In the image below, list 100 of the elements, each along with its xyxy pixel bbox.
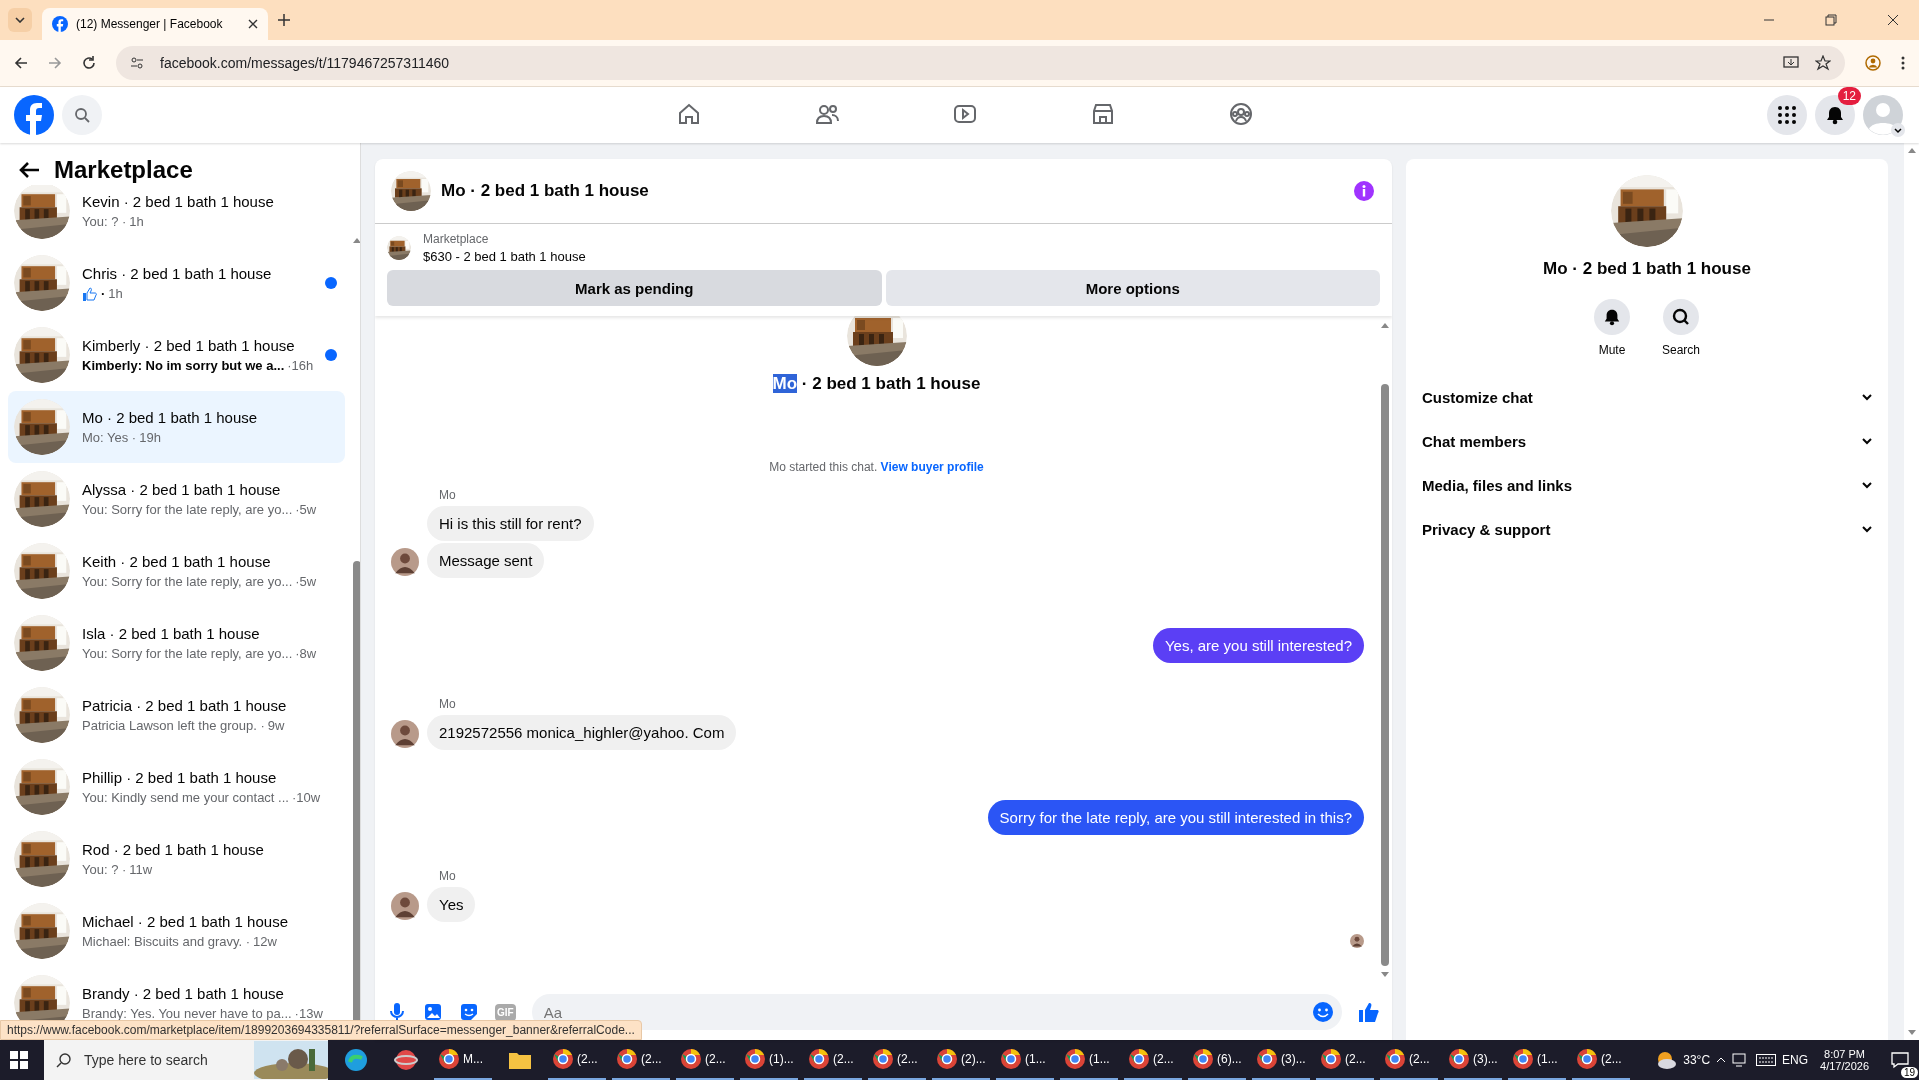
taskbar-app[interactable]: (1... [996, 1040, 1054, 1080]
browser-icon[interactable] [552, 1048, 574, 1070]
weather-icon[interactable] [1655, 1049, 1678, 1071]
search-icon[interactable] [1672, 308, 1690, 326]
taskbar-app[interactable]: (2... [1124, 1040, 1182, 1080]
taskbar-app[interactable]: (2... [612, 1040, 670, 1080]
browser-icon[interactable] [1192, 1048, 1214, 1070]
taskbar-app[interactable]: (3)... [1252, 1040, 1310, 1080]
view-buyer-profile-link[interactable]: View buyer profile [880, 460, 984, 474]
browser-icon[interactable] [808, 1048, 830, 1070]
info-icon[interactable] [1354, 181, 1374, 201]
browser-icon[interactable] [1128, 1048, 1150, 1070]
app-icon[interactable] [394, 1048, 418, 1072]
bookmark-star-icon[interactable] [1815, 55, 1831, 71]
bell-icon[interactable] [1825, 105, 1845, 125]
back-icon[interactable] [14, 56, 28, 70]
mute-button[interactable] [1594, 299, 1630, 335]
more-icon[interactable] [1901, 56, 1905, 70]
message-icon[interactable] [1891, 1051, 1909, 1069]
conversation-item[interactable]: Kimberly · 2 bed 1 bath 1 house Kimberly: No im sorry but we a... ·16h [8, 319, 346, 391]
conversation-item[interactable]: Kevin · 2 bed 1 bath 1 house You: ? · 1h [8, 185, 346, 247]
language-indicator[interactable]: ENG [1782, 1053, 1809, 1067]
conversation-item[interactable]: Isla · 2 bed 1 bath 1 house You: Sorry for the late reply, are yo... ·8w [8, 607, 346, 679]
listing-action-button[interactable]: Mark as pending [387, 270, 882, 306]
taskbar-app[interactable]: (1... [1060, 1040, 1118, 1080]
taskbar-app[interactable]: (2... [804, 1040, 862, 1080]
conversation-item[interactable]: Phillip · 2 bed 1 bath 1 house You: Kindly send me your contact ... ·10w [8, 751, 346, 823]
clock[interactable]: 8:07 PM 4/17/2026 [1814, 1048, 1875, 1072]
taskbar-app[interactable]: (2... [548, 1040, 606, 1080]
browser-icon[interactable] [744, 1048, 766, 1070]
taskbar-app[interactable]: M... [434, 1040, 492, 1080]
grid-icon[interactable] [1778, 106, 1796, 124]
browser-icon[interactable] [680, 1048, 702, 1070]
chevron-icon[interactable] [1862, 393, 1872, 401]
new-tab-icon[interactable] [278, 14, 290, 26]
taskbar-app[interactable]: (2... [1316, 1040, 1374, 1080]
details-section[interactable]: Chat members [1406, 419, 1888, 463]
browser-icon[interactable] [1512, 1048, 1534, 1070]
caret-down-icon[interactable] [15, 17, 25, 23]
details-section[interactable]: Privacy & support [1406, 507, 1888, 551]
scroll-up-icon[interactable] [353, 237, 360, 243]
search-button[interactable] [1663, 299, 1699, 335]
conversation-item[interactable]: Michael · 2 bed 1 bath 1 house Michael: Biscuits and gravy. · 12w [8, 895, 346, 967]
start-icon[interactable] [10, 1051, 28, 1069]
edge-icon[interactable] [344, 1048, 368, 1072]
browser-icon[interactable] [936, 1048, 958, 1070]
browser-tab[interactable]: (12) Messenger | Facebook [42, 8, 268, 40]
taskbar-app[interactable]: (2)... [932, 1040, 990, 1080]
chevron-icon[interactable] [1862, 481, 1872, 489]
emoji-icon[interactable] [1312, 1001, 1334, 1023]
folder-icon[interactable] [508, 1050, 532, 1070]
scroll-up-icon[interactable] [1907, 147, 1916, 153]
taskbar-app[interactable]: (1... [1508, 1040, 1566, 1080]
browser-icon[interactable] [1384, 1048, 1406, 1070]
conversation-item[interactable]: Keith · 2 bed 1 bath 1 house You: Sorry for the late reply, are yo... ·5w [8, 535, 346, 607]
browser-icon[interactable] [438, 1048, 460, 1070]
browser-icon[interactable] [1448, 1048, 1470, 1070]
conversation-item[interactable]: Mo · 2 bed 1 bath 1 house Mo: Yes · 19h [8, 391, 346, 463]
browser-icon[interactable] [1320, 1048, 1342, 1070]
caret-icon[interactable] [1891, 123, 1905, 137]
conversation-item[interactable]: Patricia · 2 bed 1 bath 1 house Patricia Lawson left the group. · 9w [8, 679, 346, 751]
listing-action-button[interactable]: More options [885, 270, 1380, 306]
close-icon[interactable] [248, 19, 258, 29]
taskbar-search-field[interactable]: Type here to search [44, 1040, 328, 1080]
bell-icon[interactable] [1603, 308, 1621, 326]
taskbar-app[interactable]: (6)... [1188, 1040, 1246, 1080]
install-icon[interactable] [1783, 56, 1799, 70]
tab-list-button[interactable] [8, 8, 32, 32]
site-settings-icon[interactable] [130, 56, 144, 70]
back-arrow-icon[interactable] [18, 161, 40, 179]
thumbs-up-icon[interactable] [1358, 1001, 1380, 1023]
taskbar-app[interactable]: (3)... [1444, 1040, 1502, 1080]
menu-button[interactable] [1767, 95, 1807, 135]
taskbar-app[interactable]: (2... [676, 1040, 734, 1080]
chevron-icon[interactable] [1862, 525, 1872, 533]
address-bar[interactable]: facebook.com/messages/t/1179467257311460 [116, 46, 1845, 80]
browser-icon[interactable] [1000, 1048, 1022, 1070]
close-window-icon[interactable] [1887, 14, 1899, 26]
facebook-logo-icon[interactable] [14, 95, 54, 135]
reload-icon[interactable] [82, 56, 96, 70]
sticker-icon[interactable] [459, 1002, 479, 1022]
details-section[interactable]: Media, files and links [1406, 463, 1888, 507]
groups-icon[interactable] [1228, 100, 1254, 127]
chevron-icon[interactable] [1862, 437, 1872, 445]
taskbar-app[interactable]: (2... [868, 1040, 926, 1080]
conversation-item[interactable]: Rod · 2 bed 1 bath 1 house You: ? · 11w [8, 823, 346, 895]
scroll-down-icon[interactable] [1907, 1030, 1916, 1036]
browser-icon[interactable] [616, 1048, 638, 1070]
details-section[interactable]: Customize chat [1406, 375, 1888, 419]
caret-up-icon[interactable] [1716, 1057, 1727, 1063]
notification-center-button[interactable]: 19 [1881, 1040, 1919, 1080]
image-icon[interactable] [423, 1002, 443, 1022]
scroll-down-icon[interactable] [1381, 972, 1389, 978]
taskbar-app[interactable]: (2... [1572, 1040, 1630, 1080]
keyboard-icon[interactable] [1756, 1054, 1777, 1066]
taskbar-app[interactable]: (2... [1380, 1040, 1438, 1080]
taskbar-app[interactable]: (1)... [740, 1040, 798, 1080]
conversation-item[interactable]: Chris · 2 bed 1 bath 1 house · 1h [8, 247, 346, 319]
forward-icon[interactable] [48, 56, 62, 70]
restore-icon[interactable] [1825, 14, 1837, 26]
